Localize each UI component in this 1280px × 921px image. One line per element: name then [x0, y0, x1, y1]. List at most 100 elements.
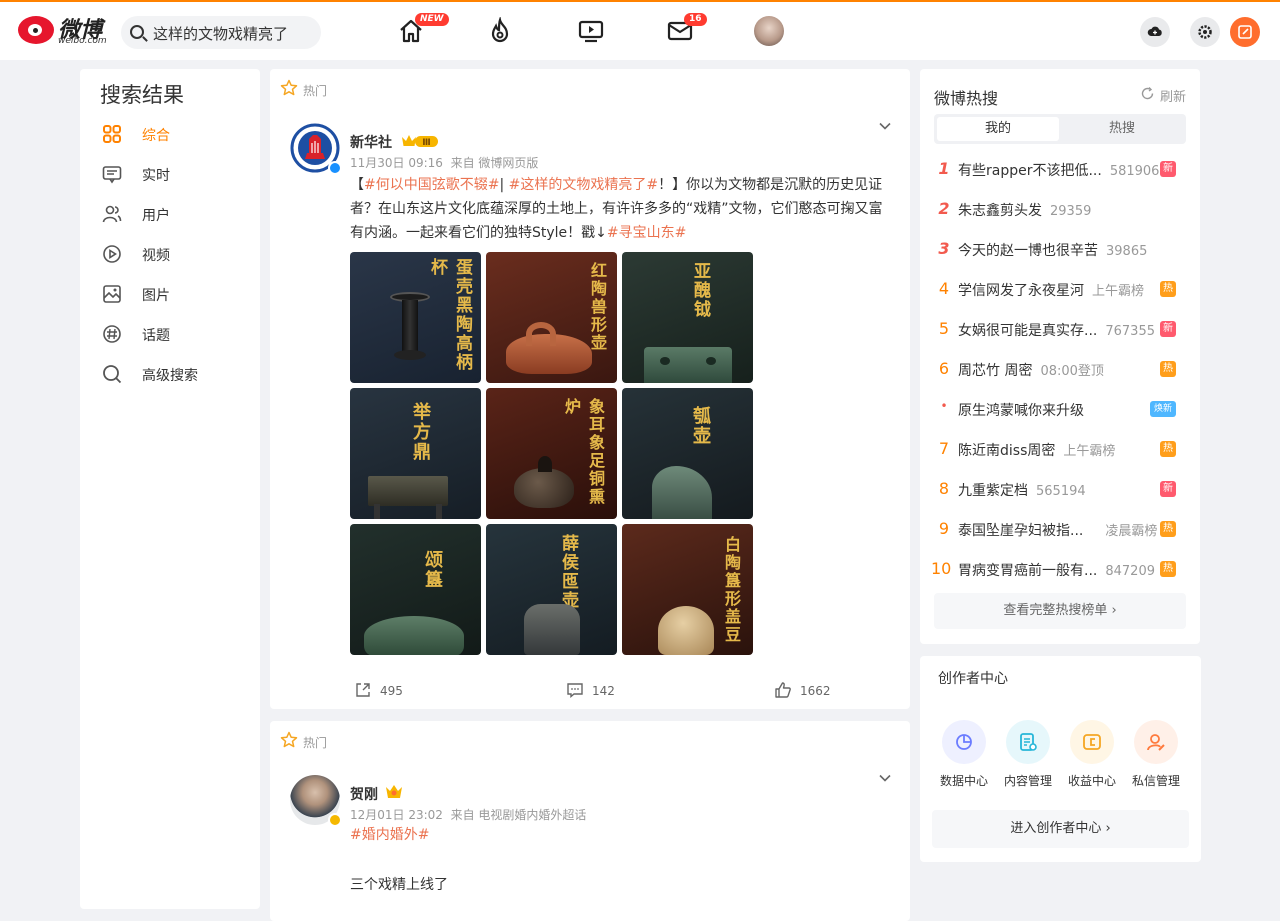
new-badge: 新 [1160, 481, 1176, 497]
search-input[interactable] [153, 22, 313, 44]
artifact-image[interactable]: 颂簋 [350, 524, 481, 655]
hot-search-item-promoted[interactable]: • 原生鸿蒙喊你来升级 焕新 [934, 399, 1190, 419]
vip-crown-icon[interactable]: Ⅲ [401, 133, 439, 149]
topic-link[interactable]: #这样的文物戏精亮了# [509, 177, 658, 193]
rank-number: 3 [938, 239, 950, 258]
creator-item-label: 数据中心 [939, 774, 988, 788]
nav-item-video[interactable]: 视频 [100, 242, 250, 266]
artifact-image[interactable]: 举方鼎 [350, 388, 481, 519]
enter-creator-center-button[interactable]: 进入创作者中心 › [932, 810, 1189, 848]
hot-item-count: 08:00登顶 [1040, 364, 1104, 379]
artifact-image[interactable]: 白陶簋形盖豆 [622, 524, 753, 655]
nav-item-label: 图片 [142, 288, 170, 304]
creator-center-title: 创作者中心 [938, 671, 1008, 687]
hot-item-text: 陈近南diss周密 [958, 443, 1056, 459]
post-card: 热门 新华社 Ⅲ 11月30日 09:16 来自 微博网页版 【#何以中国弦歌不… [270, 69, 910, 709]
rank-number: 9 [938, 519, 950, 538]
text-bracket: 【 [350, 177, 364, 193]
hot-badge: 热 [1160, 441, 1176, 457]
nav-item-comprehensive[interactable]: 综合 [100, 122, 250, 146]
hot-badge: 热 [1160, 561, 1176, 577]
hot-item-count: 39865 [1106, 244, 1148, 259]
artifact-image[interactable]: 红陶兽形壶 [486, 252, 617, 383]
artifact-image[interactable]: 瓠壶 [622, 388, 753, 519]
hot-label-text: 热门 [303, 84, 328, 98]
vip-level-text: Ⅲ [422, 138, 431, 148]
post-time[interactable]: 11月30日 09:16 [350, 156, 443, 170]
hot-item-text: 胃病变胃癌前一般有... [958, 563, 1098, 579]
data-center-button[interactable]: 数据中心 [932, 720, 996, 790]
nav-item-image[interactable]: 图片 [100, 282, 250, 306]
hot-item-text: 周芯竹 周密 [958, 363, 1033, 379]
chevron-down-icon[interactable] [878, 119, 892, 133]
hot-item-count: 上午霸榜 [1063, 444, 1116, 459]
hot-search-item[interactable]: 10 胃病变胃癌前一般有... 847209 热 [931, 559, 1190, 579]
hot-search-item[interactable]: 3 今天的赵一博也很辛苦 39865 [934, 239, 1190, 259]
refresh-button[interactable]: 刷新 [1141, 86, 1186, 105]
author-name[interactable]: 贺刚 [350, 784, 378, 804]
game-button[interactable] [1140, 17, 1170, 47]
video-icon [103, 245, 121, 263]
hot-search-item[interactable]: 2 朱志鑫剪头发 29359 [934, 199, 1190, 219]
post-card: 热门 贺刚 12月01日 23:02 来自 电视剧婚内婚外超话 #婚内婚外# 三… [270, 721, 910, 921]
nav-video[interactable] [577, 17, 605, 45]
hot-search-item[interactable]: 1 有些rapper不该把低... 581906 新 [934, 159, 1190, 179]
topic-link[interactable]: #婚内婚外# [350, 827, 429, 843]
view-full-hot-list-button[interactable]: 查看完整热搜榜单 › [934, 593, 1186, 629]
hot-search-item[interactable]: 4 学信网发了永夜星河 上午霸榜热 [934, 279, 1190, 299]
hot-search-panel: 微博热搜 刷新 我的 热搜 1 有些rapper不该把低... 581906 新 2朱… [920, 69, 1200, 644]
topic-link[interactable]: #寻宝山东# [607, 225, 686, 241]
hot-search-item[interactable]: 8 九重紫定档 565194 新 [934, 479, 1190, 499]
hot-search-item[interactable]: 7 陈近南diss周密 上午霸榜 热 [934, 439, 1190, 459]
search-icon [103, 365, 122, 384]
artifact-image[interactable]: 薛侯匜壶 [486, 524, 617, 655]
post-meta: 12月01日 23:02 来自 电视剧婚内婚外超话 [350, 806, 586, 823]
star-icon [280, 731, 298, 748]
hot-search-title: 微博热搜 [934, 89, 999, 108]
author-name[interactable]: 新华社 [350, 132, 392, 152]
nav-item-label: 视频 [142, 248, 170, 264]
income-center-button[interactable]: 收益中心 [1060, 720, 1124, 790]
message-manage-button[interactable]: 私信管理 [1124, 720, 1188, 790]
artifact-title: 亚醜钺 [690, 262, 710, 319]
post-source[interactable]: 来自 电视剧婚内婚外超话 [451, 808, 587, 822]
weibo-logo[interactable]: 微博 weibo.com [18, 14, 110, 48]
settings-button[interactable] [1190, 17, 1220, 47]
artifact-image[interactable]: 象耳象足铜熏炉 [486, 388, 617, 519]
artifact-title: 白陶簋形盖豆 [722, 536, 741, 644]
user-avatar[interactable] [754, 16, 784, 46]
refresh-icon [1141, 87, 1154, 100]
fan-badge-icon[interactable] [384, 784, 404, 800]
search-box[interactable] [121, 16, 321, 49]
verified-badge [328, 813, 342, 827]
star-icon [280, 79, 298, 96]
chevron-down-icon[interactable] [878, 771, 892, 785]
nav-item-label: 话题 [142, 328, 170, 344]
hot-search-item[interactable]: 5 女娲很可能是真实存... 767355 新 [934, 319, 1190, 339]
nav-title: 搜索结果 [100, 83, 184, 107]
artifact-image[interactable]: 蛋壳黑陶高柄杯 [350, 252, 481, 383]
hot-item-text: 九重紫定档 [958, 483, 1028, 499]
content-manage-button[interactable]: 内容管理 [996, 720, 1060, 790]
nav-item-user[interactable]: 用户 [100, 202, 250, 226]
tab-mine[interactable]: 我的 [937, 117, 1059, 141]
nav-item-advanced-search[interactable]: 高级搜索 [100, 362, 250, 386]
tab-hot[interactable]: 热搜 [1061, 117, 1183, 141]
cloud-game-icon [1147, 26, 1162, 36]
post-meta: 11月30日 09:16 来自 微博网页版 [350, 154, 538, 171]
post-time[interactable]: 12月01日 23:02 [350, 808, 443, 822]
user-icon [102, 205, 122, 223]
image-icon [103, 285, 121, 303]
hot-item-text: 今天的赵一博也很辛苦 [958, 243, 1098, 259]
nav-messages[interactable]: 16 [666, 13, 707, 45]
compose-button[interactable] [1230, 17, 1260, 47]
hot-item-text: 有些rapper不该把低... [958, 163, 1102, 179]
nav-item-realtime[interactable]: 实时 [100, 162, 250, 186]
nav-hot[interactable] [486, 15, 514, 45]
hot-search-item[interactable]: 9 泰国坠崖孕妇被指... 凌晨霸榜热 [934, 519, 1190, 539]
nav-home[interactable]: NEW [397, 13, 449, 45]
hot-search-item[interactable]: 6 周芯竹 周密 08:00登顶 热 [934, 359, 1190, 379]
artifact-image[interactable]: 亚醜钺 [622, 252, 753, 383]
nav-item-topic[interactable]: 话题 [100, 322, 250, 346]
topic-link[interactable]: #何以中国弦歌不辍# [364, 177, 499, 193]
